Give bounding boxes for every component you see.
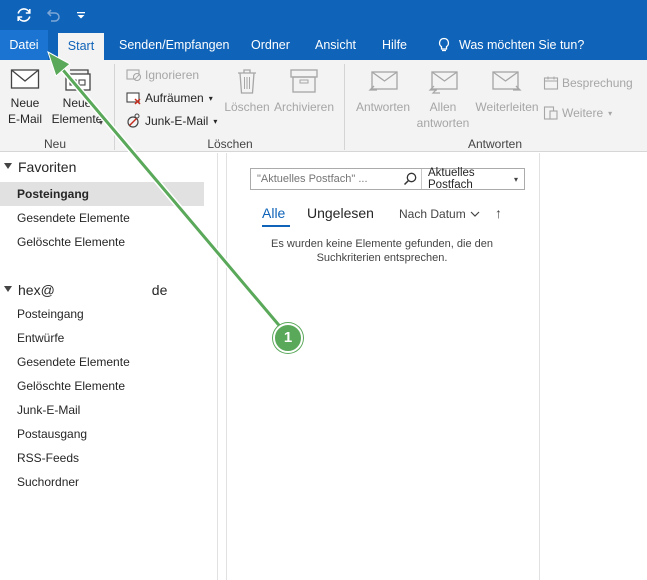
trash-icon xyxy=(238,69,256,94)
chevron-down-icon: ▾ xyxy=(608,108,613,118)
cleanup-icon xyxy=(126,92,141,105)
account-folder[interactable]: Junk-E-Mail xyxy=(0,398,204,422)
sync-icon[interactable] xyxy=(12,4,36,26)
favorites-header[interactable]: Favoriten xyxy=(4,159,76,175)
new-email-button[interactable]: Neue E-Mail xyxy=(4,66,46,127)
meeting-button[interactable]: Besprechung xyxy=(543,73,633,93)
lightbulb-icon xyxy=(438,37,450,52)
filter-all-underline xyxy=(262,225,290,227)
account-folder[interactable]: RSS-Feeds xyxy=(0,446,204,470)
forward-label: Weiterleiten xyxy=(475,100,539,114)
group-divider xyxy=(114,64,115,150)
more-respond-button[interactable]: Weitere ▾ xyxy=(543,103,612,123)
meeting-label: Besprechung xyxy=(562,76,633,90)
search-scope-label: Aktuelles Postfach xyxy=(428,167,475,191)
new-items-label: Neue Elemente xyxy=(51,96,103,126)
account-folder[interactable]: Suchordner xyxy=(0,470,204,494)
account-folder[interactable]: Postausgang xyxy=(0,422,204,446)
reply-all-icon xyxy=(428,71,458,94)
more-respond-label: Weitere xyxy=(562,106,604,120)
message-list: Aktuelles Postfach ▾ Alle Ungelesen Nach… xyxy=(226,153,540,580)
group-label-antworten: Antworten xyxy=(467,137,523,151)
tell-me-label: Was möchten Sie tun? xyxy=(459,38,585,52)
reading-pane xyxy=(541,153,647,580)
tab-datei[interactable]: Datei xyxy=(0,30,48,60)
reply-label: Antworten xyxy=(355,100,411,114)
junk-button[interactable]: Junk-E-Mail ▾ xyxy=(126,111,217,131)
folder-pane: Favoriten Posteingang Gesendete Elemente… xyxy=(0,153,218,580)
account-folder[interactable]: Posteingang xyxy=(0,302,204,326)
archive-icon xyxy=(290,69,318,93)
sort-dropdown[interactable]: Nach Datum xyxy=(399,207,480,221)
sort-label: Nach Datum xyxy=(399,207,466,221)
account-folder[interactable]: Gesendete Elemente xyxy=(0,350,204,374)
account-header[interactable]: hex@ de xyxy=(4,282,167,298)
customize-quick-access-icon[interactable] xyxy=(74,4,88,26)
empty-message-line: Suchkriterien entsprechen. xyxy=(316,252,448,264)
account-folder[interactable]: Entwürfe xyxy=(0,326,204,350)
favorite-folder[interactable]: Posteingang xyxy=(0,182,204,206)
tab-hilfe[interactable]: Hilfe xyxy=(382,30,407,60)
calendar-icon xyxy=(543,76,559,90)
annotation-badge: 1 xyxy=(273,323,303,353)
tab-start[interactable]: Start xyxy=(58,33,104,60)
collapse-icon xyxy=(4,286,12,292)
cleanup-label: Aufräumen xyxy=(145,91,204,105)
ignore-icon xyxy=(126,69,142,82)
reply-icon xyxy=(368,71,398,91)
group-divider xyxy=(344,64,345,150)
reply-all-label: Allen antworten xyxy=(416,100,470,130)
ignore-button[interactable]: Ignorieren xyxy=(126,65,199,85)
title-bar xyxy=(0,0,647,30)
forward-button[interactable]: Weiterleiten xyxy=(473,66,541,115)
group-label-neu: Neu xyxy=(43,137,66,151)
undo-icon[interactable] xyxy=(42,4,64,26)
reply-all-button[interactable]: Allen antworten xyxy=(413,66,473,131)
cleanup-button[interactable]: Aufräumen ▾ xyxy=(126,88,213,108)
archive-button[interactable]: Archivieren xyxy=(273,66,335,115)
account-folder[interactable]: Gelöschte Elemente xyxy=(0,374,204,398)
chevron-down-icon: ▾ xyxy=(99,118,104,127)
ribbon: Neue E-Mail Neue Elemente ▾ Neu Ignorier… xyxy=(0,60,647,152)
search-scope-dropdown[interactable]: Aktuelles Postfach ▾ xyxy=(421,167,524,191)
account-suffix: de xyxy=(151,282,168,298)
junk-label: Junk-E-Mail xyxy=(145,114,209,128)
tell-me-box[interactable]: Was möchten Sie tun? xyxy=(437,30,584,60)
more-respond-icon xyxy=(543,106,558,120)
ribbon-tabs: Datei Start Senden/Empfangen Ordner Ansi… xyxy=(0,30,647,60)
chevron-down-icon: ▾ xyxy=(513,174,518,184)
new-email-label: Neue E-Mail xyxy=(7,96,42,126)
envelope-icon xyxy=(10,69,40,89)
tab-ordner[interactable]: Ordner xyxy=(251,30,290,60)
chevron-down-icon xyxy=(470,211,480,217)
chevron-down-icon: ▾ xyxy=(213,116,218,126)
empty-message-line: Es wurden keine Elemente gefunden, die d… xyxy=(271,238,493,250)
delete-button[interactable]: Löschen xyxy=(223,66,271,115)
reply-button[interactable]: Antworten xyxy=(353,66,413,115)
chevron-down-icon: ▾ xyxy=(208,93,213,103)
junk-icon xyxy=(127,113,140,128)
filter-unread[interactable]: Ungelesen xyxy=(307,205,374,221)
collapse-icon xyxy=(4,163,12,169)
account-prefix: hex@ xyxy=(18,282,55,298)
sort-direction-icon[interactable]: ↑ xyxy=(495,205,502,221)
search-icon[interactable] xyxy=(399,169,421,189)
group-label-loeschen: Löschen xyxy=(207,137,253,151)
favorite-folder[interactable]: Gelöschte Elemente xyxy=(0,230,204,254)
search-box: Aktuelles Postfach ▾ xyxy=(250,167,525,191)
empty-message: Es wurden keine Elemente gefunden, die d… xyxy=(247,237,517,265)
tab-ansicht[interactable]: Ansicht xyxy=(315,30,356,60)
favorites-label: Favoriten xyxy=(18,159,77,175)
ignore-label: Ignorieren xyxy=(145,68,200,82)
archive-label: Archivieren xyxy=(273,100,335,114)
favorite-folder[interactable]: Gesendete Elemente xyxy=(0,206,204,230)
new-items-button[interactable]: Neue Elemente xyxy=(50,66,104,127)
new-items-icon xyxy=(65,69,91,91)
forward-icon xyxy=(492,71,522,91)
delete-label: Löschen xyxy=(224,100,270,114)
search-input[interactable] xyxy=(251,169,399,189)
tab-senden-empfangen[interactable]: Senden/Empfangen xyxy=(119,30,230,60)
filter-all[interactable]: Alle xyxy=(262,205,285,221)
